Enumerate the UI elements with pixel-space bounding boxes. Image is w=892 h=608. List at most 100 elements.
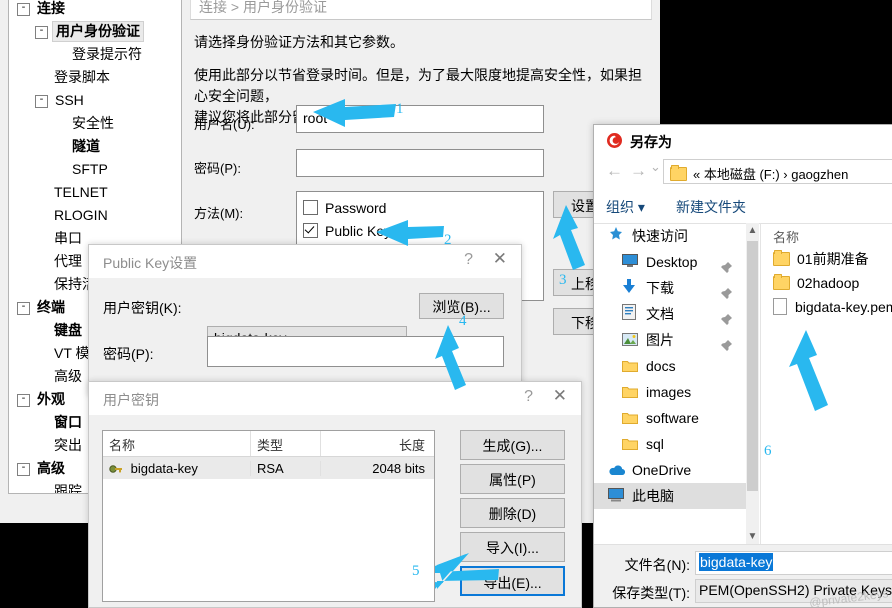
public-key-dialog-titlebar: Public Key设置 ? ✕ — [89, 245, 521, 278]
places-item-文档[interactable]: 文档 — [594, 301, 746, 327]
tree-item-6[interactable]: 隧道 — [9, 135, 181, 158]
save-as-dialog: 另存为 ← → ⌄ ↑ « 本地磁盘 (F:) › gaogzhen 组织 ▾ … — [593, 124, 892, 608]
close-icon[interactable]: ✕ — [553, 387, 567, 404]
method-label-text: Public Key — [325, 223, 392, 239]
forward-icon[interactable]: → — [630, 161, 647, 181]
sidebar-scrollbar[interactable]: ▲ ▼ — [746, 223, 759, 545]
filename-label: 文件名(N): — [624, 557, 690, 573]
filetype-label: 保存类型(T): — [612, 585, 690, 601]
browse-button[interactable]: 浏览(B)... — [419, 293, 504, 319]
scroll-up-icon[interactable]: ▲ — [746, 223, 759, 239]
file-list-item[interactable]: 02hadoop — [761, 271, 892, 295]
places-item-快速访问[interactable]: 快速访问 — [594, 223, 746, 249]
places-item-docs[interactable]: docs — [594, 353, 746, 379]
file-list-item[interactable]: 01前期准备 — [761, 247, 892, 271]
tree-expander-icon[interactable]: - — [35, 94, 48, 108]
places-item-software[interactable]: software — [594, 405, 746, 431]
intro-paragraph-1: 请选择身份验证方法和其它参数。 — [194, 34, 404, 50]
method-row-0[interactable]: Password — [303, 197, 537, 220]
places-item-label: 图片 — [646, 332, 674, 348]
tree-expander-icon[interactable]: - — [35, 25, 48, 39]
address-bar[interactable]: « 本地磁盘 (F:) › gaogzhen — [663, 159, 892, 184]
pk-password-label: 密码(P): — [103, 346, 154, 362]
tree-item-label: TELNET — [54, 184, 108, 200]
tree-item-label: RLOGIN — [54, 207, 108, 223]
username-label: 用户名(U): — [194, 117, 255, 132]
scrollbar-thumb[interactable] — [747, 241, 758, 491]
column-header-type[interactable]: 类型 — [251, 431, 321, 456]
tree-expander-icon[interactable]: - — [17, 2, 30, 16]
folder-icon — [773, 250, 790, 266]
password-label: 密码(P): — [194, 161, 241, 176]
save-as-body: 快速访问 Desktop 下载文档图片 docs images software sql On… — [594, 223, 892, 545]
properties-button[interactable]: 属性(P) — [460, 464, 565, 494]
places-item-label: sql — [646, 436, 664, 452]
file-column-header[interactable]: 名称 — [761, 223, 892, 247]
import-button[interactable]: 导入(I)... — [460, 532, 565, 562]
tree-item-2[interactable]: 登录提示符 — [9, 43, 181, 66]
tree-item-label: 连接 — [37, 0, 65, 16]
user-key-dialog-titlebar: 用户密钥 ? ✕ — [89, 382, 581, 415]
places-item-图片[interactable]: 图片 — [594, 327, 746, 353]
tree-item-9[interactable]: RLOGIN — [9, 204, 181, 227]
places-item-此电脑[interactable]: 此电脑 — [594, 483, 746, 509]
scroll-down-icon[interactable]: ▼ — [746, 529, 759, 545]
places-sidebar[interactable]: 快速访问 Desktop 下载文档图片 docs images software sql On… — [594, 223, 746, 545]
filename-input[interactable]: bigdata-key — [695, 551, 892, 575]
intro-paragraph-2: 使用此部分以节省登录时间。但是，为了最大限度地提高安全性，如果担心安全问题， — [194, 67, 642, 104]
tree-expander-icon[interactable]: - — [17, 301, 30, 315]
folder-icon — [622, 380, 640, 406]
key-type-cell: RSA — [251, 460, 321, 476]
public-key-dialog-title: Public Key设置 — [103, 255, 198, 271]
checkbox-icon[interactable] — [303, 200, 318, 215]
file-name-label: 02hadoop — [797, 275, 860, 291]
password-input[interactable] — [296, 149, 544, 177]
places-item-desktop[interactable]: Desktop — [594, 249, 746, 275]
tree-item-label: 代理 — [54, 253, 82, 269]
user-key-dialog: 用户密钥 ? ✕ 名称 类型 长度 bigdata-key RSA 2048 b… — [88, 381, 582, 608]
column-header-name[interactable]: 名称 — [103, 431, 251, 456]
quick-access-icon — [608, 224, 626, 250]
recent-locations-icon[interactable]: ⌄ — [650, 159, 661, 175]
user-key-listview[interactable]: 名称 类型 长度 bigdata-key RSA 2048 bits — [102, 430, 435, 602]
help-icon[interactable]: ? — [524, 388, 533, 406]
tree-item-3[interactable]: 登录脚本 — [9, 66, 181, 89]
method-label: 方法(M): — [194, 206, 244, 221]
tree-item-1[interactable]: - 用户身份验证 — [9, 20, 181, 43]
places-item-onedrive[interactable]: OneDrive — [594, 457, 746, 483]
help-icon[interactable]: ? — [464, 251, 473, 269]
export-button[interactable]: 导出(E)... — [460, 566, 565, 596]
tree-item-5[interactable]: 安全性 — [9, 112, 181, 135]
method-row-1[interactable]: Public Key — [303, 220, 537, 243]
breadcrumb: 连接 > 用户身份验证 — [190, 0, 652, 20]
tree-expander-icon[interactable]: - — [17, 462, 30, 476]
table-row[interactable]: bigdata-key RSA 2048 bits — [103, 457, 434, 479]
close-icon[interactable]: ✕ — [493, 250, 507, 267]
delete-button[interactable]: 删除(D) — [460, 498, 565, 528]
new-folder-button[interactable]: 新建文件夹 — [676, 197, 746, 217]
user-key-label: 用户密钥(K): — [103, 300, 182, 316]
checkbox-icon[interactable] — [303, 223, 318, 238]
generate-button[interactable]: 生成(G)... — [460, 430, 565, 460]
tree-item-4[interactable]: - SSH — [9, 89, 181, 112]
places-item-sql[interactable]: sql — [594, 431, 746, 457]
organize-button[interactable]: 组织 ▾ — [606, 197, 645, 217]
file-name-label: bigdata-key.pem — [795, 299, 892, 315]
places-item-images[interactable]: images — [594, 379, 746, 405]
column-header-length[interactable]: 长度 — [321, 431, 431, 456]
file-list-panel[interactable]: 名称 01前期准备 02hadoop bigdata-key.pem — [760, 223, 892, 545]
back-icon[interactable]: ← — [606, 161, 623, 181]
places-item-label: 下载 — [646, 280, 674, 296]
tree-item-7[interactable]: SFTP — [9, 158, 181, 181]
tree-item-0[interactable]: - 连接 — [9, 0, 181, 20]
save-as-navbar: ← → ⌄ ↑ « 本地磁盘 (F:) › gaogzhen — [594, 155, 892, 189]
key-icon — [109, 463, 123, 475]
file-list-item[interactable]: bigdata-key.pem — [761, 295, 892, 319]
tree-item-label: 用户身份验证 — [52, 21, 144, 42]
places-item-下载[interactable]: 下载 — [594, 275, 746, 301]
pk-password-input[interactable] — [207, 336, 504, 367]
tree-expander-icon[interactable]: - — [17, 393, 30, 407]
tree-item-8[interactable]: TELNET — [9, 181, 181, 204]
username-input[interactable]: root — [296, 105, 544, 133]
tree-item-label: 高级 — [54, 368, 82, 384]
